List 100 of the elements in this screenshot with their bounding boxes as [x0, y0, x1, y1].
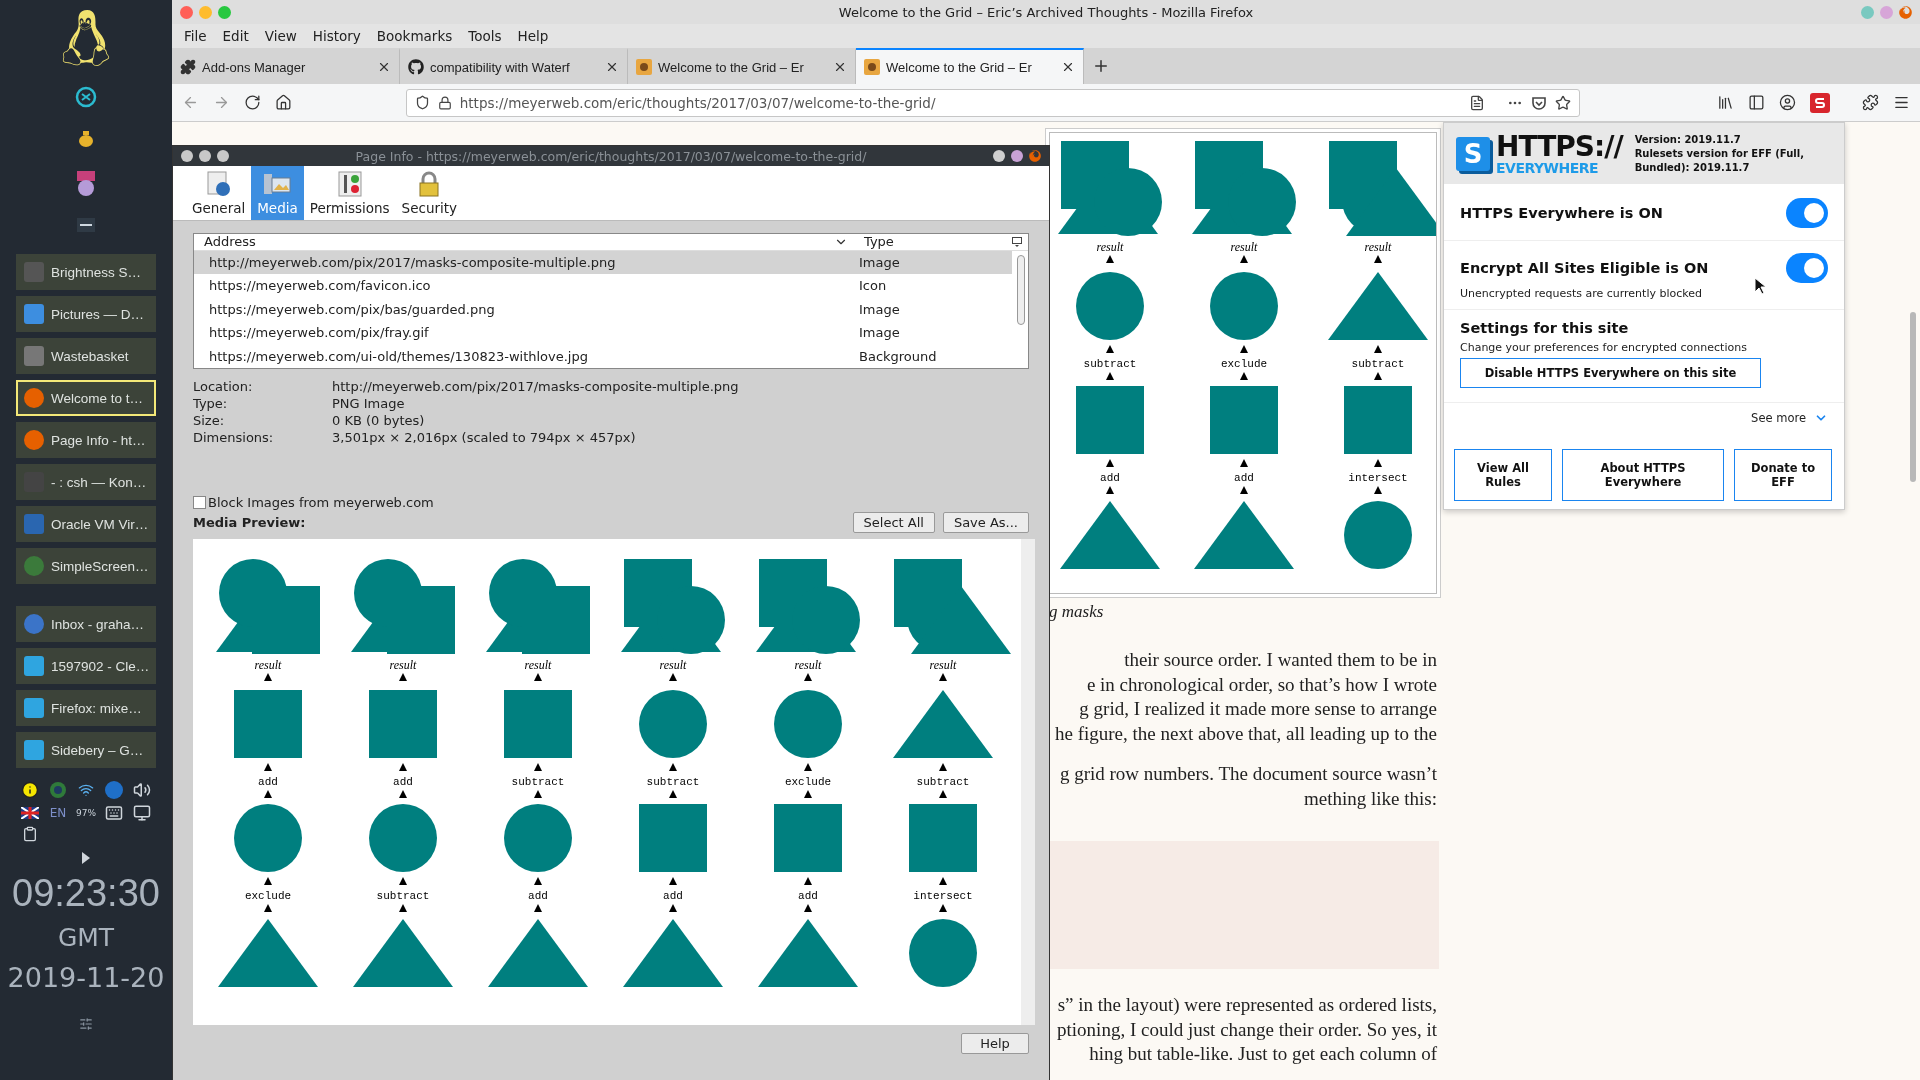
arrowhead-icon	[1106, 345, 1114, 353]
scrollbar-thumb[interactable]	[1910, 312, 1916, 482]
library-icon[interactable]	[1717, 94, 1735, 111]
column-header[interactable]: Address	[204, 234, 834, 250]
site-favicon-icon	[864, 59, 880, 75]
window-button[interactable]	[1011, 150, 1023, 162]
clipboard-icon[interactable]	[22, 826, 38, 842]
volume-icon[interactable]	[133, 781, 151, 799]
popup-button[interactable]: Donate to EFF	[1734, 449, 1832, 501]
https-everywhere-button[interactable]	[1810, 92, 1831, 113]
menu-item[interactable]: File	[178, 26, 213, 46]
help-button[interactable]: Help	[961, 1033, 1029, 1054]
extensions-icon[interactable]	[1862, 94, 1880, 111]
shield-icon[interactable]	[414, 95, 430, 110]
app-icon	[24, 698, 44, 718]
sidebar-icon[interactable]	[1748, 94, 1766, 111]
operation-label: subtract	[646, 776, 700, 788]
back-icon[interactable]	[182, 94, 199, 111]
task-button[interactable]: - : csh — Kon…	[16, 464, 156, 500]
task-button[interactable]: Pictures — D…	[16, 296, 156, 332]
wifi-icon[interactable]	[78, 782, 94, 798]
reader-view-icon[interactable]	[1468, 94, 1485, 111]
column-header[interactable]: Type	[864, 234, 1012, 250]
window-button[interactable]	[993, 150, 1005, 162]
maximize-button[interactable]	[217, 150, 229, 162]
battery-percentage[interactable]: 97%	[76, 808, 96, 818]
firefox-icon[interactable]	[1899, 5, 1912, 19]
site-favicon-icon	[636, 59, 652, 75]
firefox-icon[interactable]	[1029, 150, 1041, 162]
task-button[interactable]: SimpleScreen…	[16, 548, 156, 584]
expand-arrow-icon[interactable]	[82, 852, 90, 864]
close-icon[interactable]	[377, 60, 391, 74]
close-button[interactable]	[181, 150, 193, 162]
scrollbar-thumb[interactable]	[1017, 254, 1025, 325]
table-row[interactable]: https://meyerweb.com/pix/fray.gif Image	[194, 321, 1012, 345]
dialog-tab[interactable]: Security	[395, 166, 464, 220]
panel-settings-icon[interactable]	[79, 1017, 93, 1031]
table-row[interactable]: https://meyerweb.com/ui-old/themes/130823-withlove.jpg Background	[194, 344, 1012, 368]
new-tab-icon[interactable]	[1092, 57, 1110, 75]
task-button[interactable]: Oracle VM Vir…	[16, 506, 156, 542]
lock-icon[interactable]	[437, 95, 452, 110]
menu-item[interactable]: View	[258, 26, 303, 46]
browser-tab[interactable]: Welcome to the Grid – Er	[856, 48, 1084, 84]
operation-label: add	[528, 890, 548, 902]
account-icon[interactable]	[1779, 94, 1797, 111]
task-button[interactable]: 1597902 - Cle…	[16, 648, 156, 684]
popup-button[interactable]: About HTTPS Everywhere	[1562, 449, 1724, 501]
task-button[interactable]: Wastebasket	[16, 338, 156, 374]
keyboard-layout-label[interactable]: EN	[49, 806, 67, 820]
task-button[interactable]: Inbox - graha…	[16, 606, 156, 642]
keyboard-icon[interactable]	[105, 804, 123, 822]
dialog-tab[interactable]: General	[186, 166, 252, 220]
table-row[interactable]: http://meyerweb.com/pix/2017/masks-composite-multiple.png Image	[194, 250, 1012, 274]
table-row[interactable]: https://meyerweb.com/favicon.ico Icon	[194, 274, 1012, 298]
task-button[interactable]: Firefox: mixe…	[16, 690, 156, 726]
app-launcher-icon[interactable]	[75, 86, 97, 108]
result-label: result	[389, 658, 417, 672]
arrowhead-icon	[399, 877, 407, 885]
menu-item[interactable]: Edit	[216, 26, 255, 46]
close-icon[interactable]	[605, 60, 619, 74]
menu-item[interactable]: Bookmarks	[370, 26, 459, 46]
square-shape	[1210, 386, 1278, 454]
info-icon[interactable]	[21, 781, 39, 799]
see-more-link[interactable]: See more	[1751, 411, 1806, 425]
toggle-switch[interactable]	[1786, 253, 1828, 283]
task-button[interactable]: Welcome to t…	[16, 380, 156, 416]
dialog-tab[interactable]: Permissions	[303, 166, 396, 220]
minimize-button[interactable]	[199, 150, 211, 162]
table-row[interactable]: https://meyerweb.com/pix/bas/guarded.png Image	[194, 297, 1012, 321]
menu-icon[interactable]	[1893, 94, 1910, 111]
dialog-button[interactable]: Select All	[852, 512, 935, 533]
task-button[interactable]: Brightness S…	[16, 254, 156, 290]
dialog-button[interactable]: Save As...	[942, 512, 1029, 533]
toggle-switch[interactable]	[1786, 198, 1828, 228]
menu-item[interactable]: Tools	[462, 26, 508, 46]
close-icon[interactable]	[1061, 60, 1075, 74]
pocket-icon[interactable]	[1530, 94, 1547, 111]
popup-button[interactable]: View All Rules	[1454, 449, 1552, 501]
block-images-checkbox[interactable]: Block Images from meyerweb.com	[193, 495, 1029, 510]
url-field[interactable]: https://meyerweb.com/eric/thoughts/2017/03/07/welcome-to-the-grid/	[405, 88, 1580, 117]
detail-value: http://meyerweb.com/pix/2017/masks-composite-multiple.png	[332, 379, 740, 394]
paragraph-line: mething like this:	[1304, 786, 1437, 811]
menu-item[interactable]: Help	[511, 26, 555, 46]
monitor-icon[interactable]	[133, 804, 151, 822]
window-list-icon[interactable]	[77, 218, 95, 232]
badge-icon[interactable]	[75, 170, 97, 198]
menu-item[interactable]: History	[306, 26, 367, 46]
camera-lens-icon[interactable]	[49, 781, 67, 799]
close-icon[interactable]	[833, 60, 847, 74]
app-icon	[24, 430, 44, 450]
task-button[interactable]: Page Info - ht…	[16, 422, 156, 458]
task-button[interactable]: Sidebery – G…	[16, 732, 156, 768]
arrowhead-icon	[804, 790, 812, 798]
column-picker-icon[interactable]	[1012, 236, 1022, 247]
home-icon[interactable]	[274, 94, 292, 111]
reload-icon[interactable]	[243, 94, 261, 111]
flag-icon[interactable]	[21, 807, 39, 819]
arrowhead-icon	[264, 763, 272, 771]
disable-button[interactable]: Disable HTTPS Everywhere on this site	[1460, 358, 1761, 388]
bookmark-star-icon[interactable]	[1554, 94, 1571, 111]
